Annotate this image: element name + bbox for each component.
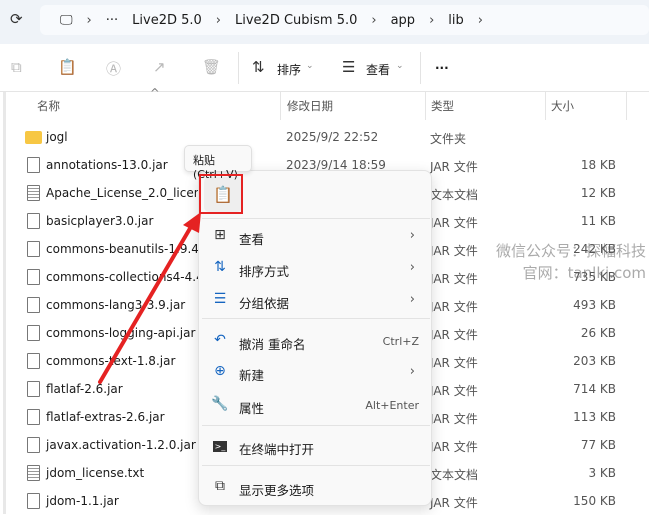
annotation-arrow bbox=[98, 212, 201, 384]
